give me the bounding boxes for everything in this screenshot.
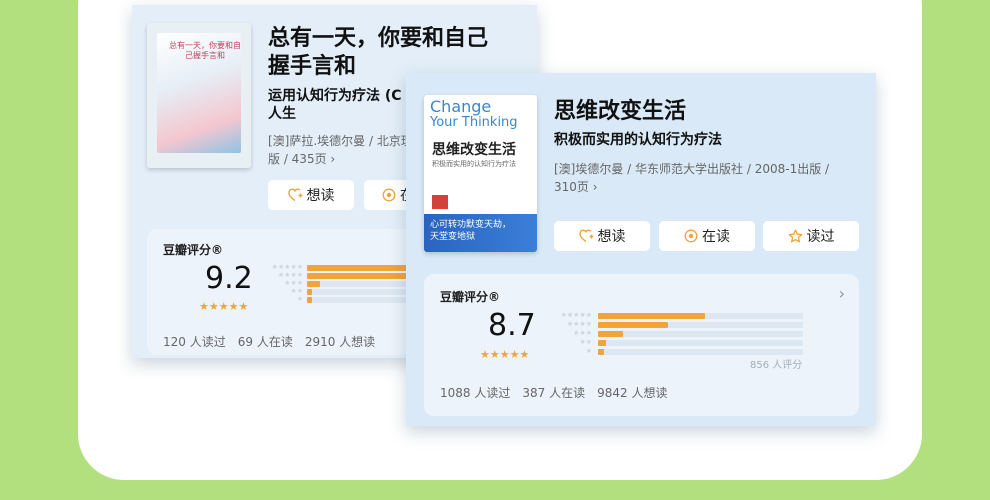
- mini-star-icon: ★: [585, 320, 592, 328]
- want-count: 2910 人想读: [304, 335, 376, 349]
- star-icon: ★: [199, 300, 209, 313]
- read-count: 120 人读过: [163, 335, 226, 349]
- distribution-bar-5: [598, 313, 803, 319]
- chevron-right-icon[interactable]: ›: [839, 284, 845, 303]
- bar-fill: [598, 349, 605, 355]
- distribution-stars-2: ★ ★: [554, 339, 592, 346]
- bar-track: [598, 340, 803, 346]
- distribution-stars-1: ★: [265, 296, 303, 303]
- distribution-bar-4: [598, 322, 803, 328]
- book-2-title: 思维改变生活: [554, 99, 687, 124]
- target-icon: [382, 188, 396, 202]
- want-to-read-label: 想读: [306, 188, 335, 204]
- mini-star-icon: ★: [585, 329, 592, 337]
- reading-count: 69 人在读: [237, 335, 293, 349]
- bar-fill: [307, 273, 406, 279]
- bar-fill: [598, 331, 623, 337]
- mini-star-icon: ★: [296, 287, 303, 295]
- star-icon: ★: [208, 300, 219, 313]
- cover-2-chinese-title: 思维改变生活: [432, 142, 516, 158]
- rating-box-2: 豆瓣评分® › 8.7 ★ ★ ★ ★ ★ ★ ★ ★ ★ ★ ★ ★ ★ ★ ★ ★ ★ ★ ★ ★ 856 人评…: [424, 274, 859, 416]
- cover-2-english-title: Change Your Thinking: [430, 97, 518, 130]
- star-icon: ★: [228, 300, 239, 313]
- reading-count: 387 人在读: [522, 386, 586, 400]
- want-count: 9842 人想读: [597, 386, 668, 400]
- distribution-stars-5: ★ ★ ★ ★ ★: [554, 312, 592, 319]
- half-star-icon: ★: [519, 348, 530, 361]
- score-1: 9.2: [205, 261, 253, 296]
- reading-button[interactable]: 在读: [659, 221, 755, 251]
- distribution-stars-3: ★ ★ ★: [265, 280, 303, 287]
- heart-plus-icon: [287, 188, 302, 202]
- have-read-label: 读过: [806, 229, 835, 245]
- rating-label-2: 豆瓣评分®: [440, 290, 501, 304]
- rating-count: 856 人评分: [750, 360, 803, 371]
- mini-star-icon: ★: [296, 263, 303, 271]
- star-icon: ★: [489, 348, 500, 361]
- distribution-stars-5: ★ ★ ★ ★ ★: [265, 264, 303, 271]
- have-read-button[interactable]: 读过: [763, 221, 859, 251]
- star-rating-1: ★ ★ ★ ★ ★: [199, 301, 248, 312]
- bar-fill: [598, 340, 607, 346]
- star-icon: ★: [499, 348, 510, 361]
- distribution-stars-3: ★ ★ ★: [554, 330, 592, 337]
- heart-plus-icon: [578, 229, 593, 243]
- want-to-read-button[interactable]: 想读: [268, 180, 354, 210]
- distribution-bar-3: [598, 331, 803, 337]
- star-rating-2: ★ ★ ★ ★ ★: [480, 349, 529, 360]
- mini-star-icon: ★: [585, 311, 592, 319]
- book-1-subtitle: 运用认知行为疗法 (C 人生: [268, 88, 402, 122]
- read-count: 1088 人读过: [440, 386, 511, 400]
- mini-star-icon: ★: [585, 347, 592, 355]
- want-to-read-label: 想读: [597, 229, 626, 245]
- star-icon: ★: [218, 300, 229, 313]
- target-icon: [684, 229, 698, 243]
- mini-star-icon: ★: [296, 271, 303, 279]
- book-2-subtitle: 积极而实用的认知行为疗法: [554, 132, 722, 148]
- bar-fill: [307, 297, 312, 303]
- mini-star-icon: ★: [585, 338, 592, 346]
- book-2-meta[interactable]: [澳]埃德尔曼 / 华东师范大学出版社 / 2008-1出版 / 310页 ›: [554, 160, 829, 196]
- star-outline-icon: [788, 229, 802, 242]
- score-2: 8.7: [488, 308, 536, 343]
- bar-fill: [598, 322, 668, 328]
- cover-2-banner: 心可转功默变天劫， 天堂变地狱: [424, 214, 537, 252]
- distribution-stars-4: ★ ★ ★ ★: [554, 321, 592, 328]
- cover-2-slogan: 心可转功默变天劫， 天堂变地狱: [430, 220, 512, 243]
- book-cover-2[interactable]: Change Your Thinking 思维改变生活 积极而实用的认知行为疗法…: [424, 95, 537, 252]
- book-card-front: Change Your Thinking 思维改变生活 积极而实用的认知行为疗法…: [406, 73, 876, 426]
- publisher-logo: [432, 195, 448, 209]
- mini-star-icon: ★: [296, 279, 303, 287]
- reading-label: 在读: [702, 229, 730, 245]
- want-to-read-button[interactable]: 想读: [554, 221, 650, 251]
- distribution-bar-1: [598, 349, 803, 355]
- distribution-stars-1: ★: [554, 348, 592, 355]
- mini-star-icon: ★: [296, 295, 303, 303]
- stats-1: 120 人读过 69 人在读 2910 人想读: [163, 333, 375, 350]
- bar-fill: [307, 289, 312, 295]
- distribution-bar-2: [598, 340, 803, 346]
- book-cover-1[interactable]: 总有一天，你要和自己握手言和: [147, 23, 251, 168]
- cover-2-subtitle: 积极而实用的认知行为疗法: [432, 160, 516, 168]
- cover-1-title: 总有一天，你要和自己握手言和: [169, 41, 241, 60]
- book-1-meta[interactable]: [澳]萨拉.埃德尔曼 / 北京理 版 / 435页 ›: [268, 132, 413, 168]
- distribution-stars-4: ★ ★ ★ ★: [265, 272, 303, 279]
- bar-fill: [307, 281, 321, 287]
- stats-2: 1088 人读过 387 人在读 9842 人想读: [440, 384, 667, 401]
- star-icon: ★: [509, 348, 520, 361]
- rating-label-1: 豆瓣评分®: [163, 243, 224, 257]
- bar-track: [598, 349, 803, 355]
- half-star-icon: ★: [238, 300, 249, 313]
- bar-fill: [598, 313, 705, 319]
- bar-track: [598, 331, 803, 337]
- distribution-stars-2: ★ ★: [265, 288, 303, 295]
- star-icon: ★: [480, 348, 490, 361]
